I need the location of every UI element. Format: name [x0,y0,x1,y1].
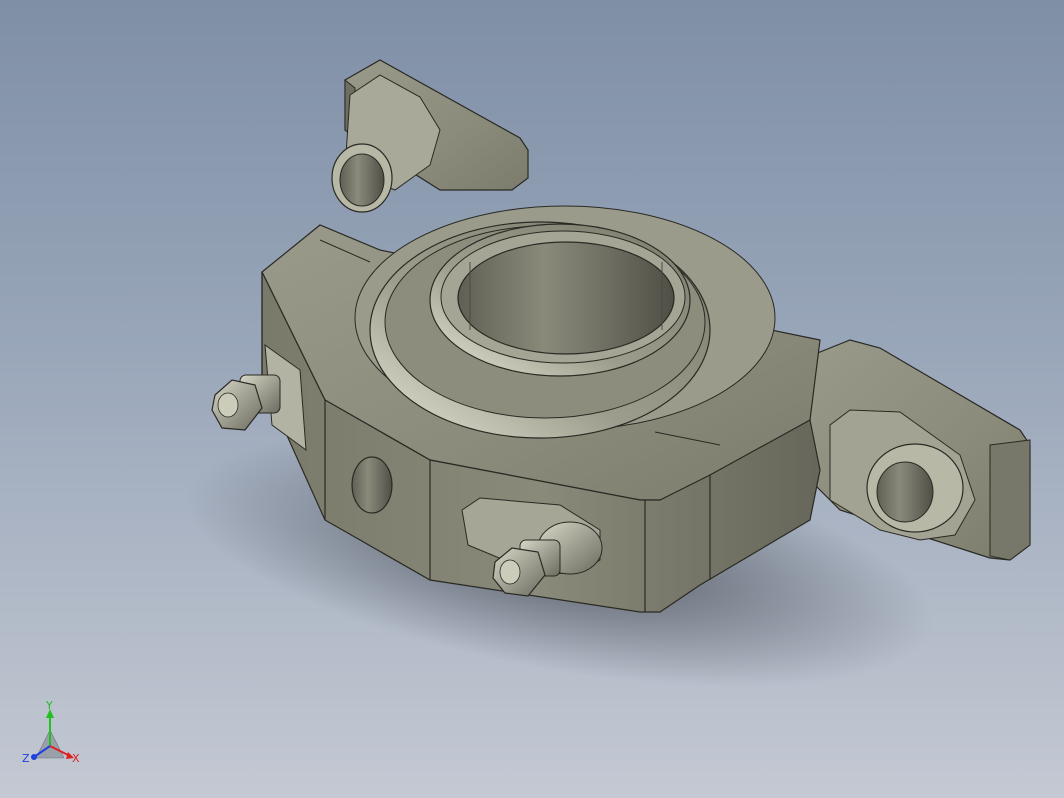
back-mounting-ear[interactable] [331,59,529,213]
x-axis-label: X [72,752,80,765]
3d-viewport[interactable]: Y X Z [0,0,1064,798]
side-hole [351,456,393,514]
y-axis-label: Y [45,700,53,712]
front-mounting-ear[interactable] [799,339,1031,561]
bearing-housing-model[interactable] [0,0,1064,798]
coordinate-triad[interactable]: Y X Z [14,699,94,780]
z-axis-label: Z [22,752,30,765]
shaft-bore [457,241,675,355]
front-ear-bolt-hole [876,461,934,523]
back-ear-bolt-hole [339,153,385,207]
